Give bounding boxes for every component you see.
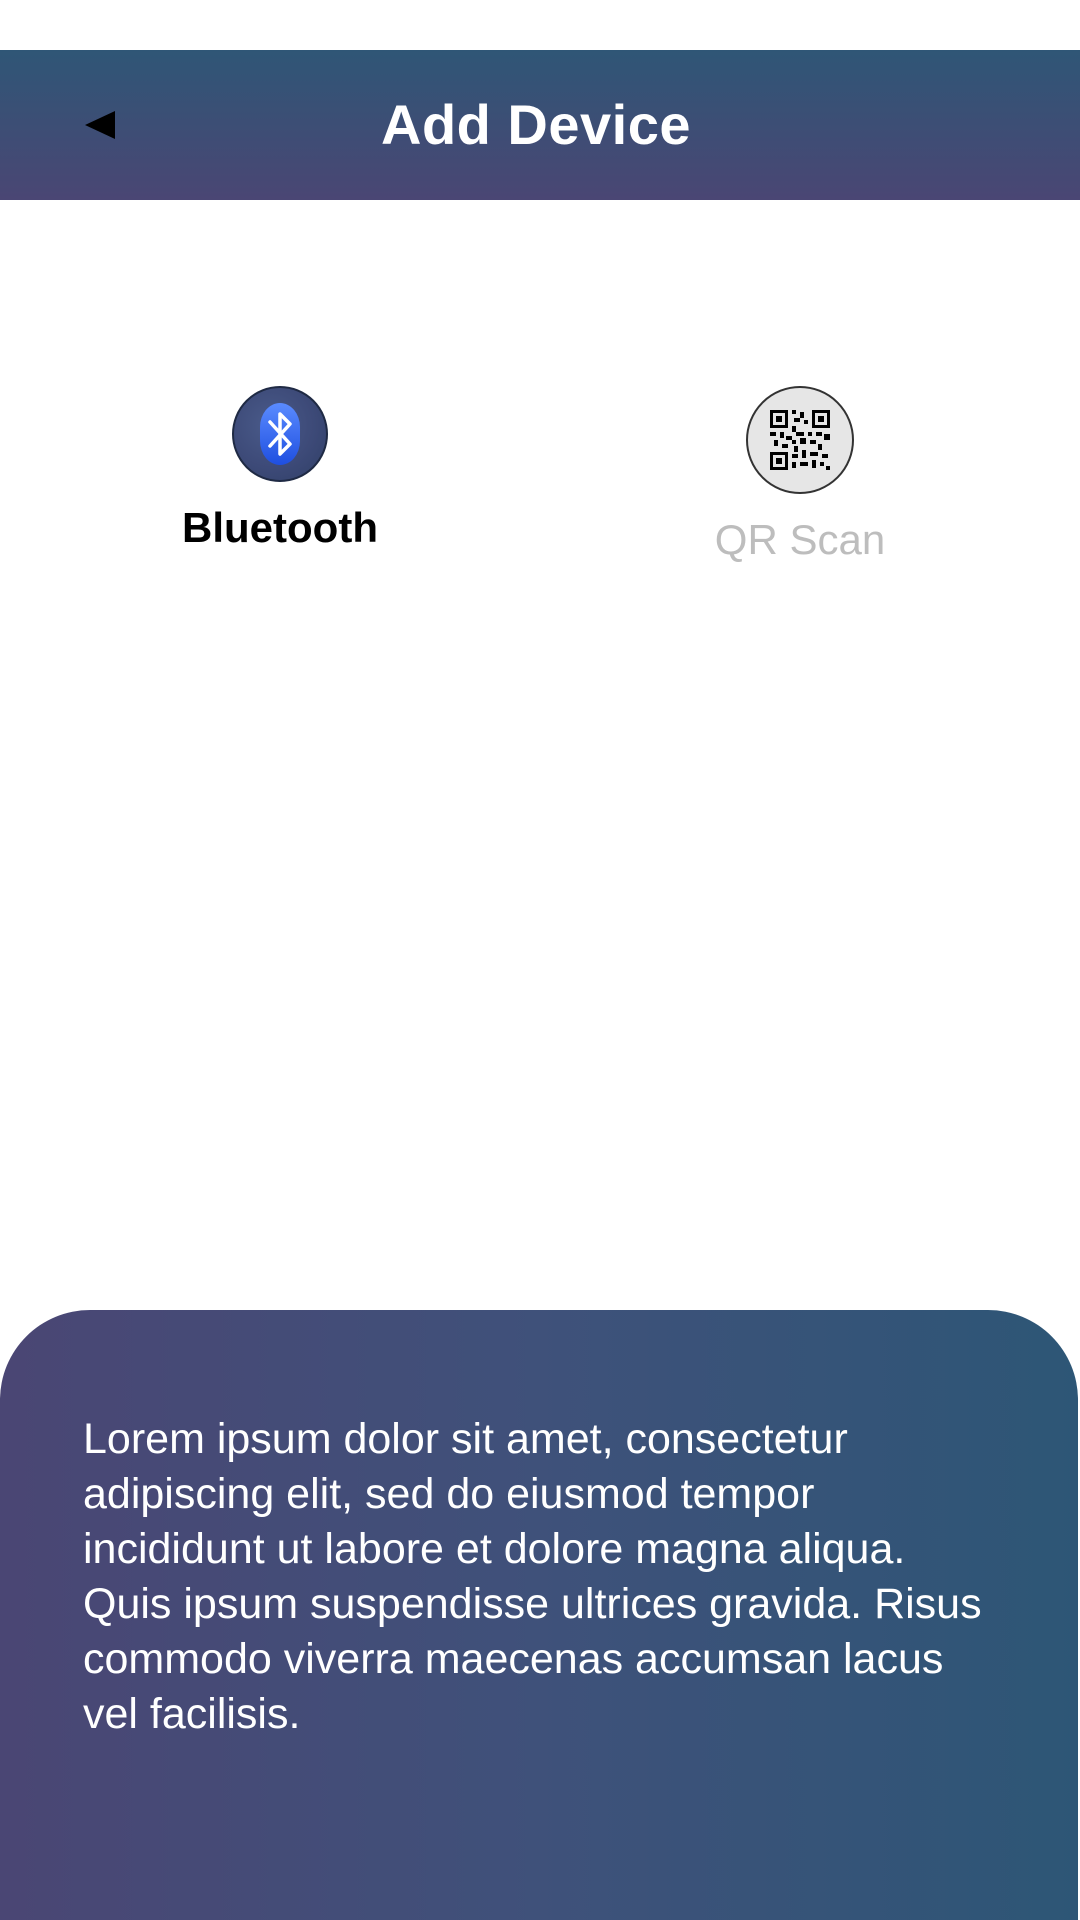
info-panel: Lorem ipsum dolor sit amet, consectetur … xyxy=(0,1310,1078,1920)
bluetooth-option[interactable]: Bluetooth xyxy=(150,386,410,552)
page-title: Add Device xyxy=(381,93,691,156)
qr-scan-option-label: QR Scan xyxy=(714,516,886,563)
info-text: Lorem ipsum dolor sit amet, consectetur … xyxy=(83,1415,982,1738)
bluetooth-option-label: Bluetooth xyxy=(182,504,378,551)
add-device-screen: Add Device Bluetooth QR Scan Lorem ipsum… xyxy=(0,0,1080,1920)
qr-scan-option[interactable]: QR Scan xyxy=(670,386,930,564)
qr-icon-circle[interactable] xyxy=(746,386,854,494)
bluetooth-icon-circle[interactable] xyxy=(232,386,328,482)
bluetooth-icon xyxy=(260,403,300,465)
app-header: Add Device xyxy=(0,50,1080,200)
qr-code-icon xyxy=(770,410,830,470)
